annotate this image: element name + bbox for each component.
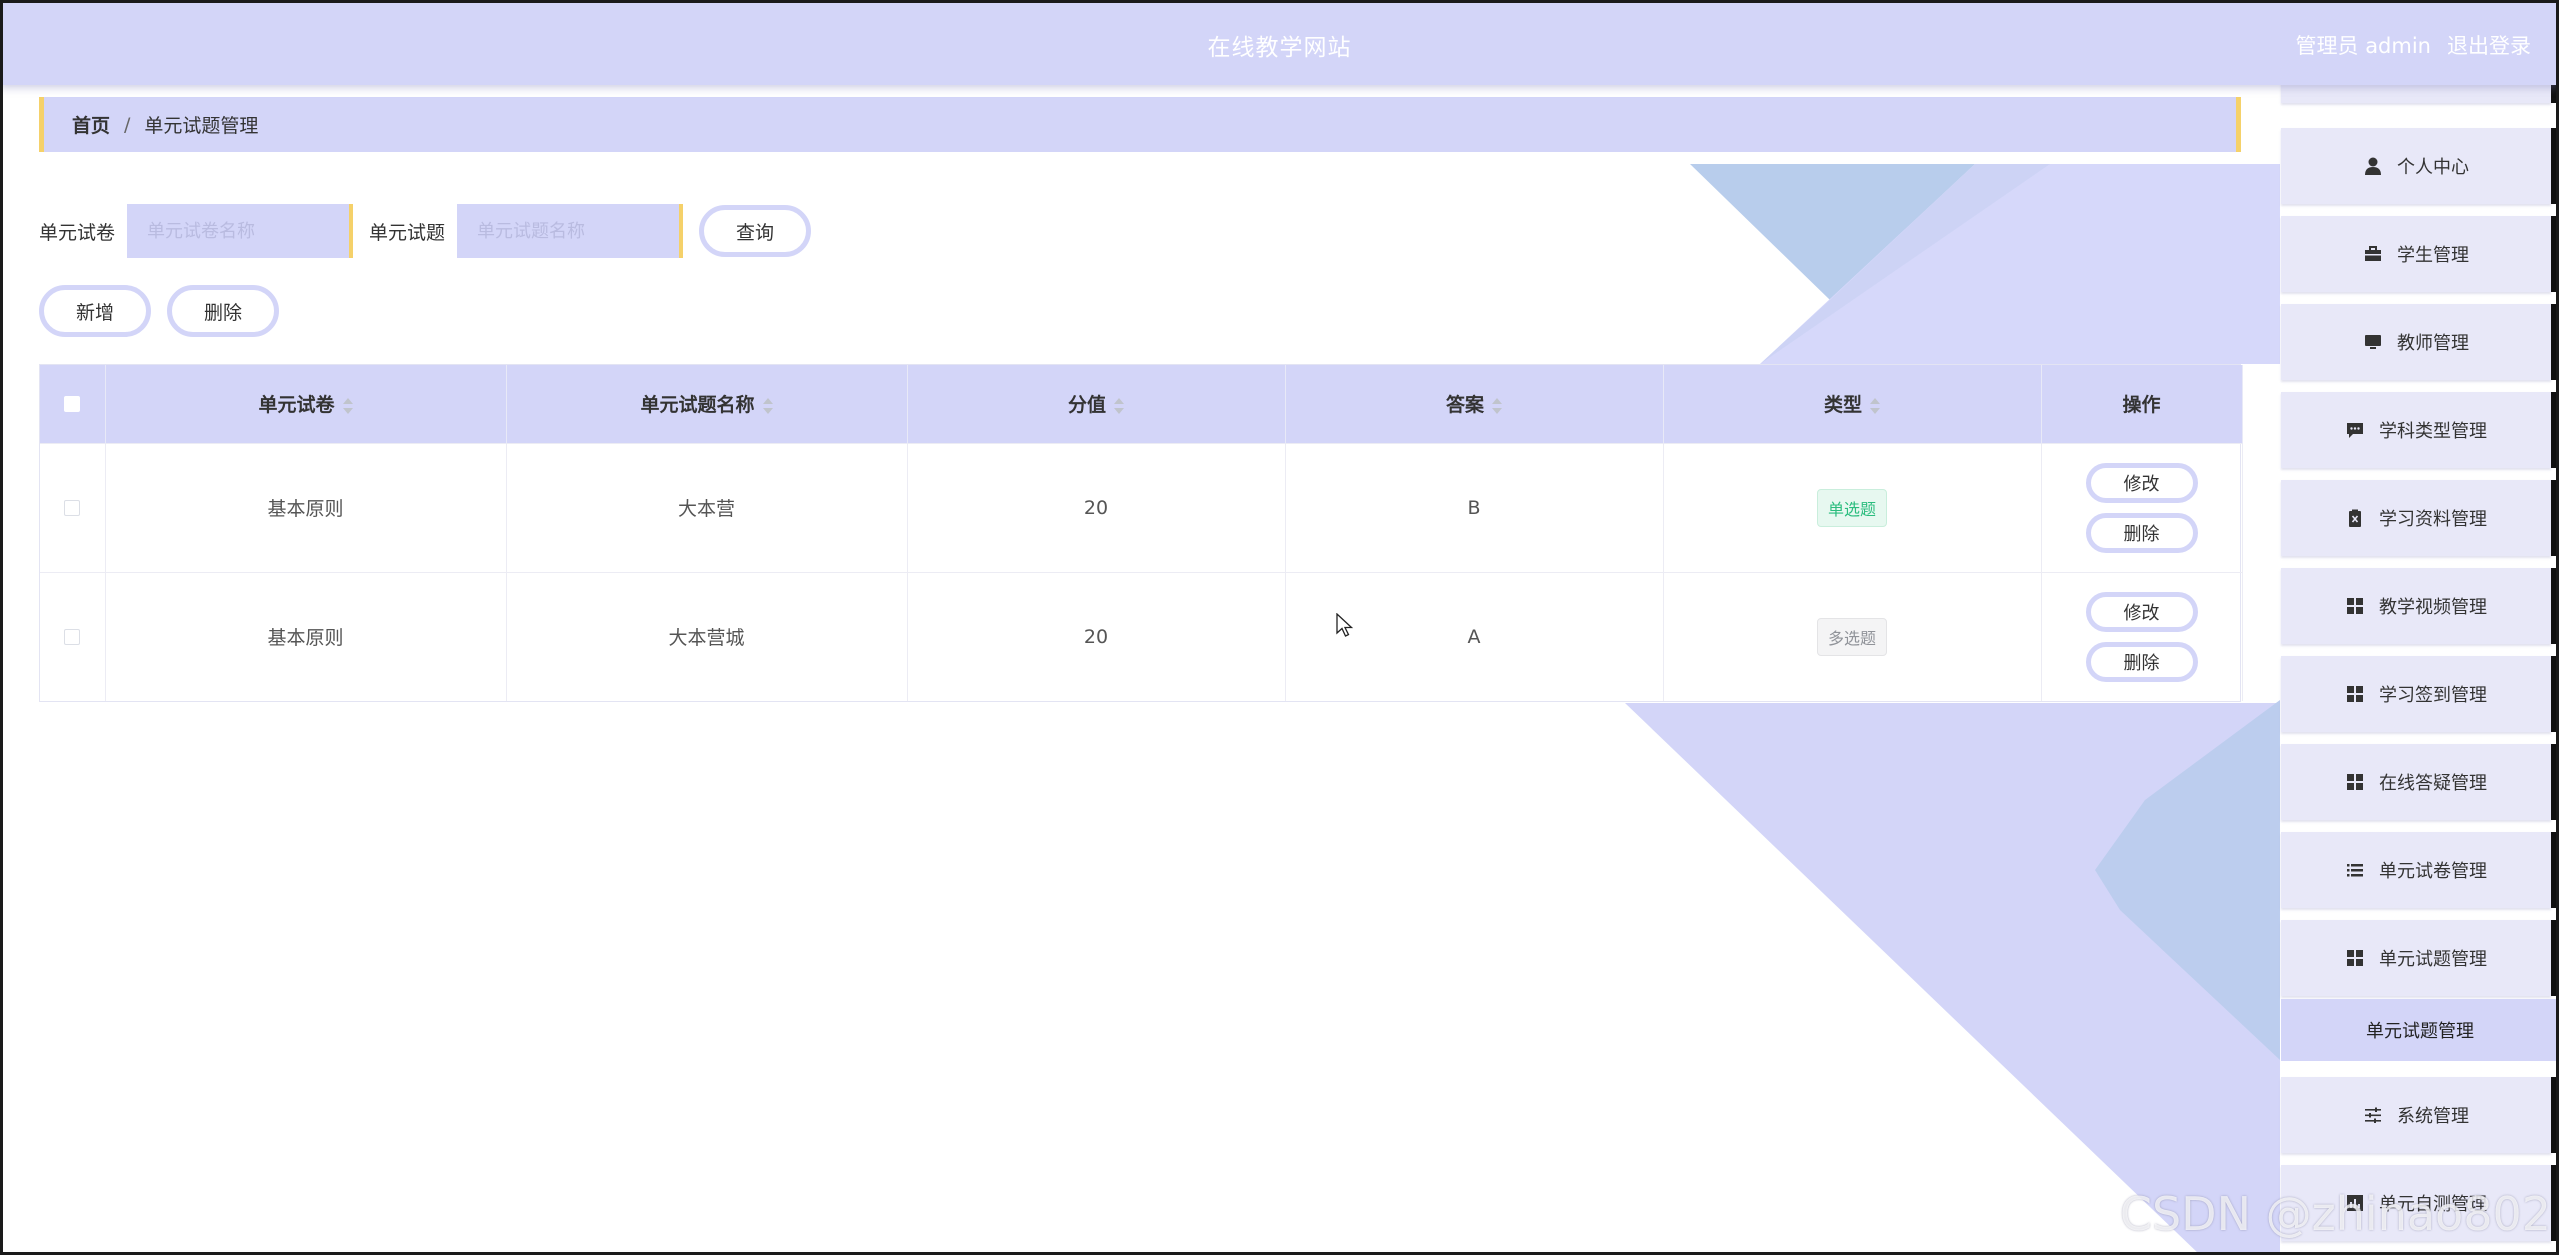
- user-label: 管理员 admin: [2295, 34, 2431, 58]
- cell-paper: 基本原则: [105, 442, 507, 572]
- chat-icon: [2345, 420, 2365, 440]
- grid-icon: [2345, 596, 2365, 616]
- row-select-cell: [40, 442, 106, 572]
- column-header-score[interactable]: 分值: [907, 365, 1286, 443]
- grid-icon: [2345, 948, 2365, 968]
- sidebar-item-label: 单元试卷管理: [2379, 861, 2487, 882]
- sidebar-item-questions[interactable]: 单元试题管理: [2281, 920, 2559, 996]
- column-header-type[interactable]: 类型: [1663, 365, 2042, 443]
- sidebar-item-label: 学习资料管理: [2379, 509, 2487, 530]
- monitor-icon: [2363, 332, 2383, 352]
- column-header-label: 单元试卷: [258, 394, 335, 417]
- delete-button[interactable]: 删除: [2085, 641, 2198, 682]
- table-header-row: 单元试卷 单元试题名称 分值 答案 类型 操作: [40, 365, 2243, 443]
- sidebar-item-personal[interactable]: 个人中心: [2281, 128, 2559, 204]
- sidebar-item-label: 教学视频管理: [2379, 597, 2487, 618]
- cell-type: 单选题: [1663, 442, 2042, 572]
- logout-link[interactable]: 退出登录: [2447, 30, 2531, 60]
- sidebar-menu: 个人中心 学生管理 教师管理 学科类型管理 学习资料管理 教学视频管理 学习签到…: [2281, 75, 2559, 1255]
- cell-actions: 修改 删除: [2041, 571, 2243, 701]
- row-select-cell: [40, 571, 106, 701]
- user-icon: [2363, 156, 2383, 176]
- column-header-name[interactable]: 单元试题名称: [506, 365, 908, 443]
- cell-name: 大本营城: [506, 571, 908, 701]
- sort-icon[interactable]: [1870, 397, 1880, 414]
- column-header-label: 答案: [1445, 394, 1484, 417]
- sort-icon[interactable]: [1492, 397, 1502, 414]
- sidebar-item-label: 在线答疑管理: [2379, 773, 2487, 794]
- search-form: 单元试卷 单元试题 查询: [39, 204, 812, 258]
- sidebar-item-label: 学习签到管理: [2379, 685, 2487, 706]
- add-button[interactable]: 新增: [39, 285, 151, 337]
- list-icon: [2345, 860, 2365, 880]
- question-search-label: 单元试题: [369, 221, 446, 244]
- breadcrumb-current: 单元试题管理: [144, 115, 259, 137]
- column-header-label: 单元试题名称: [640, 394, 755, 417]
- grid-icon: [2345, 772, 2365, 792]
- column-header-paper[interactable]: 单元试卷: [105, 365, 507, 443]
- clipboard-icon: [2345, 508, 2365, 528]
- batch-delete-button[interactable]: 删除: [167, 285, 279, 337]
- sidebar-item-label: 系统管理: [2397, 1106, 2469, 1127]
- briefcase-icon: [2363, 244, 2383, 264]
- column-header-label: 分值: [1067, 394, 1106, 417]
- sidebar-item-subject-types[interactable]: 学科类型管理: [2281, 392, 2559, 468]
- row-checkbox[interactable]: [64, 500, 81, 516]
- mouse-cursor-icon: [1336, 613, 1354, 637]
- column-header-answer[interactable]: 答案: [1285, 365, 1664, 443]
- site-title: 在线教学网站: [1207, 35, 1352, 61]
- sidebar-item-label: 个人中心: [2397, 157, 2469, 178]
- action-bar: 新增 删除: [39, 285, 279, 337]
- cell-paper: 基本原则: [105, 571, 507, 701]
- question-search-input[interactable]: [457, 204, 684, 258]
- cell-score: 20: [907, 442, 1286, 572]
- sidebar-item-students[interactable]: 学生管理: [2281, 216, 2559, 292]
- grid-icon: [2345, 684, 2365, 704]
- paper-search-input[interactable]: [127, 204, 354, 258]
- sidebar-item-label: 单元试题管理: [2379, 949, 2487, 970]
- cell-type: 多选题: [1663, 571, 2042, 701]
- user-area: 管理员 admin 退出登录: [2296, 30, 2531, 60]
- query-button[interactable]: 查询: [699, 205, 812, 257]
- type-tag: 单选题: [1816, 488, 1887, 527]
- table-row: 基本原则 大本营城 20 A 多选题 修改 删除: [40, 571, 2243, 701]
- column-header-actions: 操作: [2041, 365, 2243, 443]
- sidebar-item-papers[interactable]: 单元试卷管理: [2281, 832, 2559, 908]
- row-checkbox[interactable]: [64, 629, 81, 646]
- cell-actions: 修改 删除: [2041, 442, 2243, 572]
- question-table: 单元试卷 单元试题名称 分值 答案 类型 操作 基本原则 大本营 20 B 单选…: [39, 364, 2243, 702]
- sidebar-item-videos[interactable]: 教学视频管理: [2281, 568, 2559, 644]
- edit-button[interactable]: 修改: [2085, 462, 2198, 503]
- cell-name: 大本营: [506, 442, 908, 572]
- delete-button[interactable]: 删除: [2085, 512, 2198, 553]
- sort-icon[interactable]: [1114, 397, 1124, 414]
- sidebar-item-label: 学科类型管理: [2379, 421, 2487, 442]
- paper-search-label: 单元试卷: [39, 221, 116, 244]
- sidebar-item-system[interactable]: 系统管理: [2281, 1077, 2559, 1153]
- sidebar-item-materials[interactable]: 学习资料管理: [2281, 480, 2559, 556]
- table-row: 基本原则 大本营 20 B 单选题 修改 删除: [40, 442, 2243, 572]
- top-bar: 在线教学网站 管理员 admin 退出登录: [0, 0, 2559, 85]
- sidebar-subitem-questions[interactable]: 单元试题管理: [2281, 999, 2559, 1061]
- sidebar-item-label: 教师管理: [2397, 333, 2469, 354]
- column-header-label: 类型: [1823, 394, 1862, 417]
- breadcrumb: 首页 / 单元试题管理: [39, 97, 2241, 152]
- sidebar-item-label: 学生管理: [2397, 245, 2469, 266]
- select-all-checkbox[interactable]: [64, 396, 81, 413]
- cell-score: 20: [907, 571, 1286, 701]
- type-tag: 多选题: [1816, 617, 1887, 656]
- sliders-icon: [2363, 1105, 2383, 1125]
- breadcrumb-separator: /: [124, 113, 131, 136]
- sidebar-item-qa[interactable]: 在线答疑管理: [2281, 744, 2559, 820]
- select-all-cell: [40, 365, 106, 443]
- sidebar-item-teachers[interactable]: 教师管理: [2281, 304, 2559, 380]
- edit-button[interactable]: 修改: [2085, 591, 2198, 632]
- breadcrumb-home[interactable]: 首页: [72, 111, 110, 138]
- sidebar-item-checkin[interactable]: 学习签到管理: [2281, 656, 2559, 732]
- cell-answer: B: [1285, 442, 1664, 572]
- sort-icon[interactable]: [342, 397, 353, 414]
- watermark: CSDN @zhinao802: [2119, 1187, 2551, 1241]
- sort-icon[interactable]: [762, 397, 773, 414]
